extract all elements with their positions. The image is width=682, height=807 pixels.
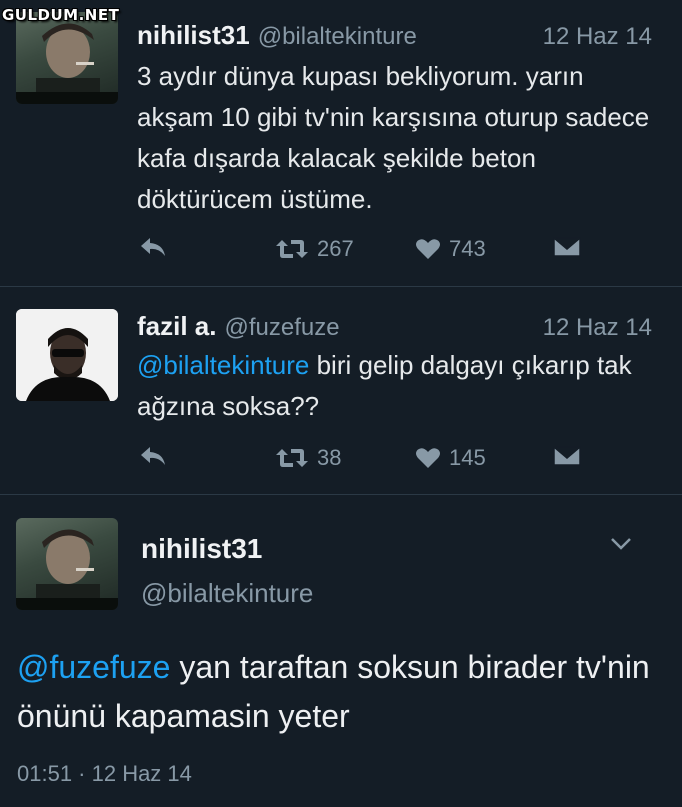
main-tweet[interactable]: nihilist31 @bilaltekinture @fuzefuze yan…: [0, 495, 682, 807]
tweet-text: 3 aydır dünya kupası bekliyorum. yarın a…: [137, 61, 650, 214]
mention-link[interactable]: @bilaltekinture: [137, 350, 309, 380]
user-name[interactable]: nihilist31: [141, 533, 262, 565]
envelope-icon: [553, 446, 581, 466]
tweet-1[interactable]: nihilist31 @bilaltekinture 12 Haz 14 3 ay…: [0, 0, 682, 286]
retweet-count: 38: [317, 445, 342, 470]
like-count: 743: [449, 236, 486, 261]
user-handle[interactable]: @bilaltekinture: [141, 578, 313, 609]
tweet-menu-button[interactable]: [610, 537, 632, 556]
retweet-button[interactable]: 267: [275, 236, 354, 262]
avatar[interactable]: [16, 309, 118, 401]
avatar[interactable]: [16, 12, 118, 104]
retweet-button[interactable]: 38: [275, 445, 341, 471]
retweet-icon: [276, 240, 308, 258]
heart-icon: [416, 239, 440, 259]
envelope-icon: [553, 237, 581, 257]
tweet-date: 12 Haz 14: [542, 314, 652, 341]
tweet-timestamp: 01:51 · 12 Haz 14: [17, 761, 192, 786]
like-button[interactable]: 743: [415, 236, 486, 262]
dm-button[interactable]: [553, 236, 581, 258]
user-name[interactable]: nihilist31: [137, 20, 250, 50]
user-handle[interactable]: @bilaltekinture: [258, 23, 417, 50]
avatar[interactable]: [16, 518, 118, 610]
tweet-text: @fuzefuze yan taraftan soksun birader tv…: [17, 643, 667, 741]
like-button[interactable]: 145: [415, 445, 486, 471]
tweet-text: @bilaltekinture biri gelip dalgayı çıkar…: [137, 345, 657, 427]
reply-icon: [141, 447, 165, 465]
reply-button[interactable]: [139, 236, 167, 258]
retweet-count: 267: [317, 236, 354, 261]
tweet-date: 12 Haz 14: [542, 23, 652, 50]
reply-icon: [141, 238, 165, 256]
chevron-down-icon: [611, 538, 631, 550]
like-count: 145: [449, 445, 486, 470]
heart-icon: [416, 448, 440, 468]
watermark-logo: GULDUM.NET: [2, 6, 120, 24]
user-name[interactable]: fazil a.: [137, 311, 216, 341]
retweet-icon: [276, 449, 308, 467]
user-handle[interactable]: @fuzefuze: [224, 314, 339, 341]
tweet-2[interactable]: fazil a. @fuzefuze 12 Haz 14 @bilaltekint…: [0, 287, 682, 494]
reply-button[interactable]: [139, 445, 167, 467]
mention-link[interactable]: @fuzefuze: [17, 649, 170, 685]
dm-button[interactable]: [553, 445, 581, 467]
